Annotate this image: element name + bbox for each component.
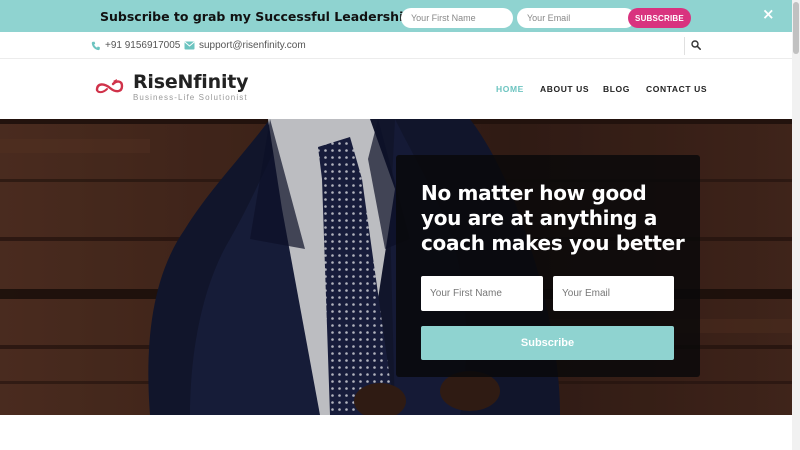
phone-contact[interactable]: +91 9156917005	[91, 40, 180, 51]
scrollbar-track[interactable]	[792, 0, 800, 450]
divider	[684, 37, 685, 55]
nav-item-contact-us[interactable]: CONTACT US	[646, 84, 707, 94]
promo-email-input[interactable]	[517, 8, 635, 28]
logo-tagline: Business-Life Solutionist	[133, 93, 248, 102]
close-icon[interactable]: ×	[762, 5, 775, 23]
promo-bar: Subscribe to grab my Successful Leadersh…	[0, 0, 792, 32]
nav-item-about-us[interactable]: ABOUT US	[540, 84, 589, 94]
phone-icon	[91, 41, 100, 50]
nav-item-blog[interactable]: BLOG	[603, 84, 630, 94]
phone-number: +91 9156917005	[105, 40, 181, 51]
hero-first-name-input[interactable]	[421, 276, 543, 311]
nav-item-home[interactable]: HOME	[496, 84, 524, 94]
hero-headline: No matter how good you are at anything a…	[421, 181, 685, 255]
hero-subscribe-card: No matter how good you are at anything a…	[396, 155, 700, 377]
promo-first-name-input[interactable]	[401, 8, 513, 28]
main-navbar: RiseNfinity Business-Life Solutionist HO…	[0, 59, 792, 119]
search-icon[interactable]	[691, 40, 701, 50]
hero-email-input[interactable]	[553, 276, 674, 311]
hero-subscribe-button[interactable]: Subscribe	[421, 326, 674, 360]
envelope-icon	[184, 41, 195, 50]
infinity-logo-icon[interactable]	[94, 77, 126, 97]
content-area	[0, 415, 792, 450]
page: Subscribe to grab my Successful Leadersh…	[0, 0, 800, 450]
hero-section: No matter how good you are at anything a…	[0, 119, 792, 415]
contact-bar: +91 9156917005 support@risenfinity.com	[0, 32, 792, 59]
logo-name[interactable]: RiseNfinity	[133, 71, 249, 93]
email-address: support@risenfinity.com	[199, 40, 306, 51]
email-contact[interactable]: support@risenfinity.com	[184, 40, 306, 51]
scrollbar-thumb[interactable]	[793, 2, 799, 54]
promo-subscribe-button[interactable]: SUBSCRIBE	[628, 8, 691, 28]
